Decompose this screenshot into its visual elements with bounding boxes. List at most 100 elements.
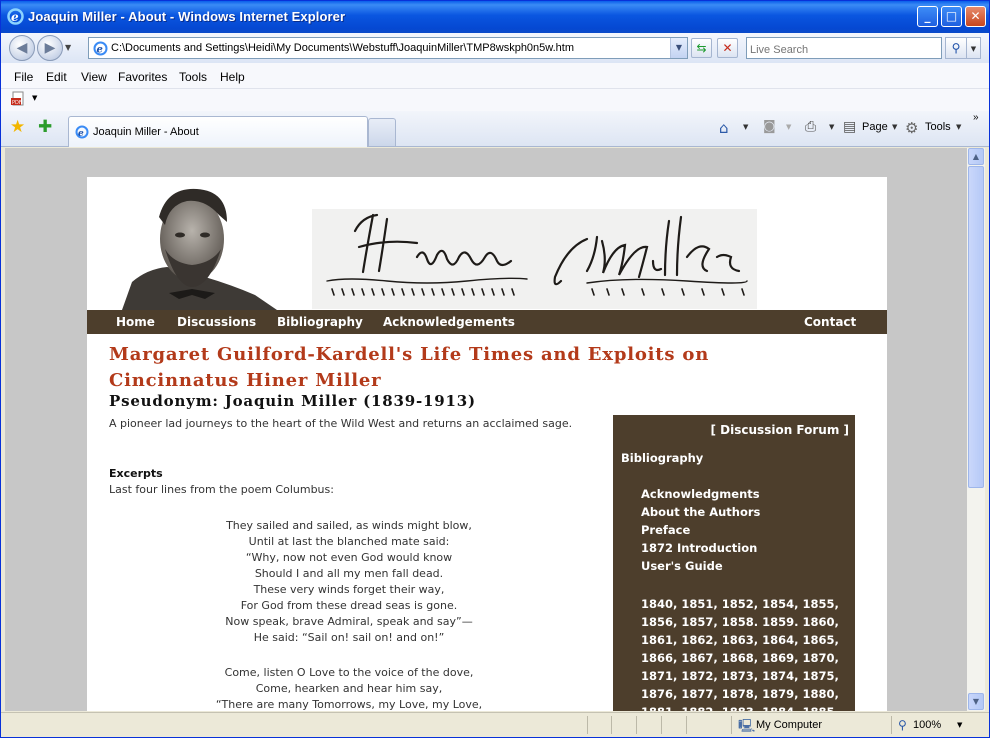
sidebar-year-links[interactable]: 1840, 1851, 1852, 1854, 1855, 1856, 1857…: [641, 595, 846, 711]
menu-bar: File Edit View Favorites Tools Help: [1, 63, 989, 89]
menu-tools[interactable]: Tools: [179, 70, 207, 84]
gear-icon: ⚙: [905, 119, 919, 137]
pdf-convert-icon[interactable]: PDF: [11, 91, 27, 107]
poem-line: For God from these dread seas is gone.: [240, 599, 458, 612]
zoom-dropdown-icon[interactable]: ▼: [957, 721, 962, 729]
scroll-thumb[interactable]: [968, 166, 984, 488]
hiner-miller-signature: [312, 209, 757, 309]
feeds-dropdown-icon[interactable]: ▼: [786, 123, 791, 131]
poem-line: Should I and all my men fall dead.: [254, 567, 444, 580]
address-field[interactable]: e C:\Documents and Settings\Heidi\My Doc…: [88, 37, 688, 59]
sidebar-link-users-guide[interactable]: User's Guide: [641, 559, 760, 577]
poem-line: Now speak, brave Admiral, speak and say”…: [225, 615, 473, 628]
chevron-more-icon[interactable]: »: [973, 112, 979, 123]
security-zone-label: My Computer: [756, 719, 823, 731]
nav-bibliography[interactable]: Bibliography: [277, 315, 363, 329]
svg-text:e: e: [11, 10, 19, 24]
tools-menu-button[interactable]: Tools: [925, 121, 951, 133]
pdf-dropdown-icon[interactable]: ▼: [32, 94, 37, 102]
search-options-dropdown-icon[interactable]: ▼: [967, 37, 981, 59]
magnifier-icon: ⚲: [951, 41, 961, 55]
tab-row: ★ ✚ e Joaquin Miller - About ⌂ ▼ ◙ ▼ ⎙ ▼…: [1, 111, 989, 147]
status-divider: [686, 716, 687, 734]
sidebar-bibliography-heading[interactable]: Bibliography: [621, 451, 703, 465]
sidebar-links: Acknowledgments About the Authors Prefac…: [641, 487, 760, 577]
print-dropdown-icon[interactable]: ▼: [829, 123, 834, 131]
poem-line: These very winds forget their way,: [253, 583, 445, 596]
zoom-level[interactable]: 100%: [913, 719, 941, 731]
poem-line: He said: “Sail on! sail on! and on!”: [253, 631, 445, 644]
back-arrow-icon: ◀: [16, 40, 28, 56]
minimize-button[interactable]: _: [917, 6, 938, 27]
new-tab-button[interactable]: [368, 118, 396, 146]
nav-acknowledgements[interactable]: Acknowledgements: [383, 315, 515, 329]
address-dropdown-icon[interactable]: ▼: [670, 38, 687, 58]
add-favorites-star-icon[interactable]: ✚: [38, 119, 52, 136]
nav-contact[interactable]: Contact: [804, 315, 856, 329]
tab-ie-icon: e: [75, 125, 89, 139]
poem-stanza-2: Come, listen O Love to the voice of the …: [199, 665, 499, 711]
scroll-down-button[interactable]: ▼: [968, 693, 984, 710]
favorites-center-star-icon[interactable]: ★: [10, 119, 25, 136]
nav-home[interactable]: Home: [116, 315, 155, 329]
window-title: Joaquin Miller - About - Windows Interne…: [28, 9, 346, 24]
menu-file[interactable]: File: [14, 70, 33, 84]
zoom-icon[interactable]: ⚲: [898, 718, 907, 732]
status-divider: [611, 716, 612, 734]
web-page: Home Discussions Bibliography Acknowledg…: [87, 177, 887, 711]
poem-line: Come, hearken and hear him say,: [255, 682, 443, 695]
sidebar-link-preface[interactable]: Preface: [641, 523, 760, 541]
menu-edit[interactable]: Edit: [46, 70, 67, 84]
sidebar-link-about-authors[interactable]: About the Authors: [641, 505, 760, 523]
page-title-line-2: Cincinnatus Hiner Miller: [109, 370, 382, 391]
sidebar-link-1872-introduction[interactable]: 1872 Introduction: [641, 541, 760, 559]
feeds-icon[interactable]: ◙: [763, 119, 779, 135]
discussion-forum-link[interactable]: [ Discussion Forum ]: [711, 423, 849, 437]
site-banner: [87, 177, 887, 310]
vertical-scrollbar[interactable]: ▲ ▼: [967, 148, 985, 711]
sidebar-link-acknowledgments[interactable]: Acknowledgments: [641, 487, 760, 505]
page-subtitle: Pseudonym: Joaquin Miller (1839-1913): [109, 392, 476, 410]
page-title-line-1: Margaret Guilford-Kardell's Life Times a…: [109, 344, 710, 365]
tab-title: Joaquin Miller - About: [93, 126, 199, 138]
page-title: Margaret Guilford-Kardell's Life Times a…: [109, 342, 809, 394]
status-divider: [731, 716, 732, 734]
recent-pages-dropdown-icon[interactable]: ▼: [65, 43, 71, 52]
poem-line: “Why, now not even God would know: [245, 551, 453, 564]
internet-explorer-icon: e: [7, 8, 24, 25]
page-dropdown-icon[interactable]: ▼: [892, 123, 897, 131]
portrait-photo: [122, 188, 277, 310]
excerpts-intro: Last four lines from the poem Columbus:: [109, 483, 334, 496]
poem-line: Come, listen O Love to the voice of the …: [224, 666, 474, 679]
print-icon[interactable]: ⎙: [805, 119, 821, 135]
maximize-button[interactable]: □: [941, 6, 962, 27]
close-button[interactable]: ✕: [965, 6, 986, 27]
scroll-up-button[interactable]: ▲: [968, 148, 984, 165]
status-divider: [661, 716, 662, 734]
menu-view[interactable]: View: [81, 70, 107, 84]
page-ie-icon: e: [93, 41, 108, 56]
stop-button[interactable]: ✕: [717, 38, 738, 58]
address-url[interactable]: C:\Documents and Settings\Heidi\My Docum…: [111, 42, 574, 54]
svg-text:PDF: PDF: [12, 100, 22, 106]
search-box[interactable]: [746, 37, 942, 59]
home-dropdown-icon[interactable]: ▼: [743, 123, 748, 131]
forward-button[interactable]: ▶: [37, 35, 63, 61]
home-icon[interactable]: ⌂: [719, 119, 735, 137]
poem-line: They sailed and sailed, as winds might b…: [226, 519, 472, 532]
computer-zone-icon: 🖳: [738, 719, 756, 734]
refresh-button[interactable]: ⇆: [691, 38, 712, 58]
tab-joaquin-miller-about[interactable]: e Joaquin Miller - About: [68, 116, 368, 147]
search-button[interactable]: ⚲: [945, 37, 967, 59]
tools-dropdown-icon[interactable]: ▼: [956, 123, 961, 131]
menu-favorites[interactable]: Favorites: [118, 70, 167, 84]
page-icon: ▤: [843, 119, 857, 135]
status-divider: [636, 716, 637, 734]
address-row: ◀ ▶ ▼ e C:\Documents and Settings\Heidi\…: [1, 33, 989, 63]
page-menu-button[interactable]: Page: [862, 121, 888, 133]
search-input[interactable]: [750, 41, 940, 59]
nav-discussions[interactable]: Discussions: [177, 315, 256, 329]
excerpts-heading: Excerpts: [109, 467, 163, 480]
back-button[interactable]: ◀: [9, 35, 35, 61]
menu-help[interactable]: Help: [220, 70, 245, 84]
